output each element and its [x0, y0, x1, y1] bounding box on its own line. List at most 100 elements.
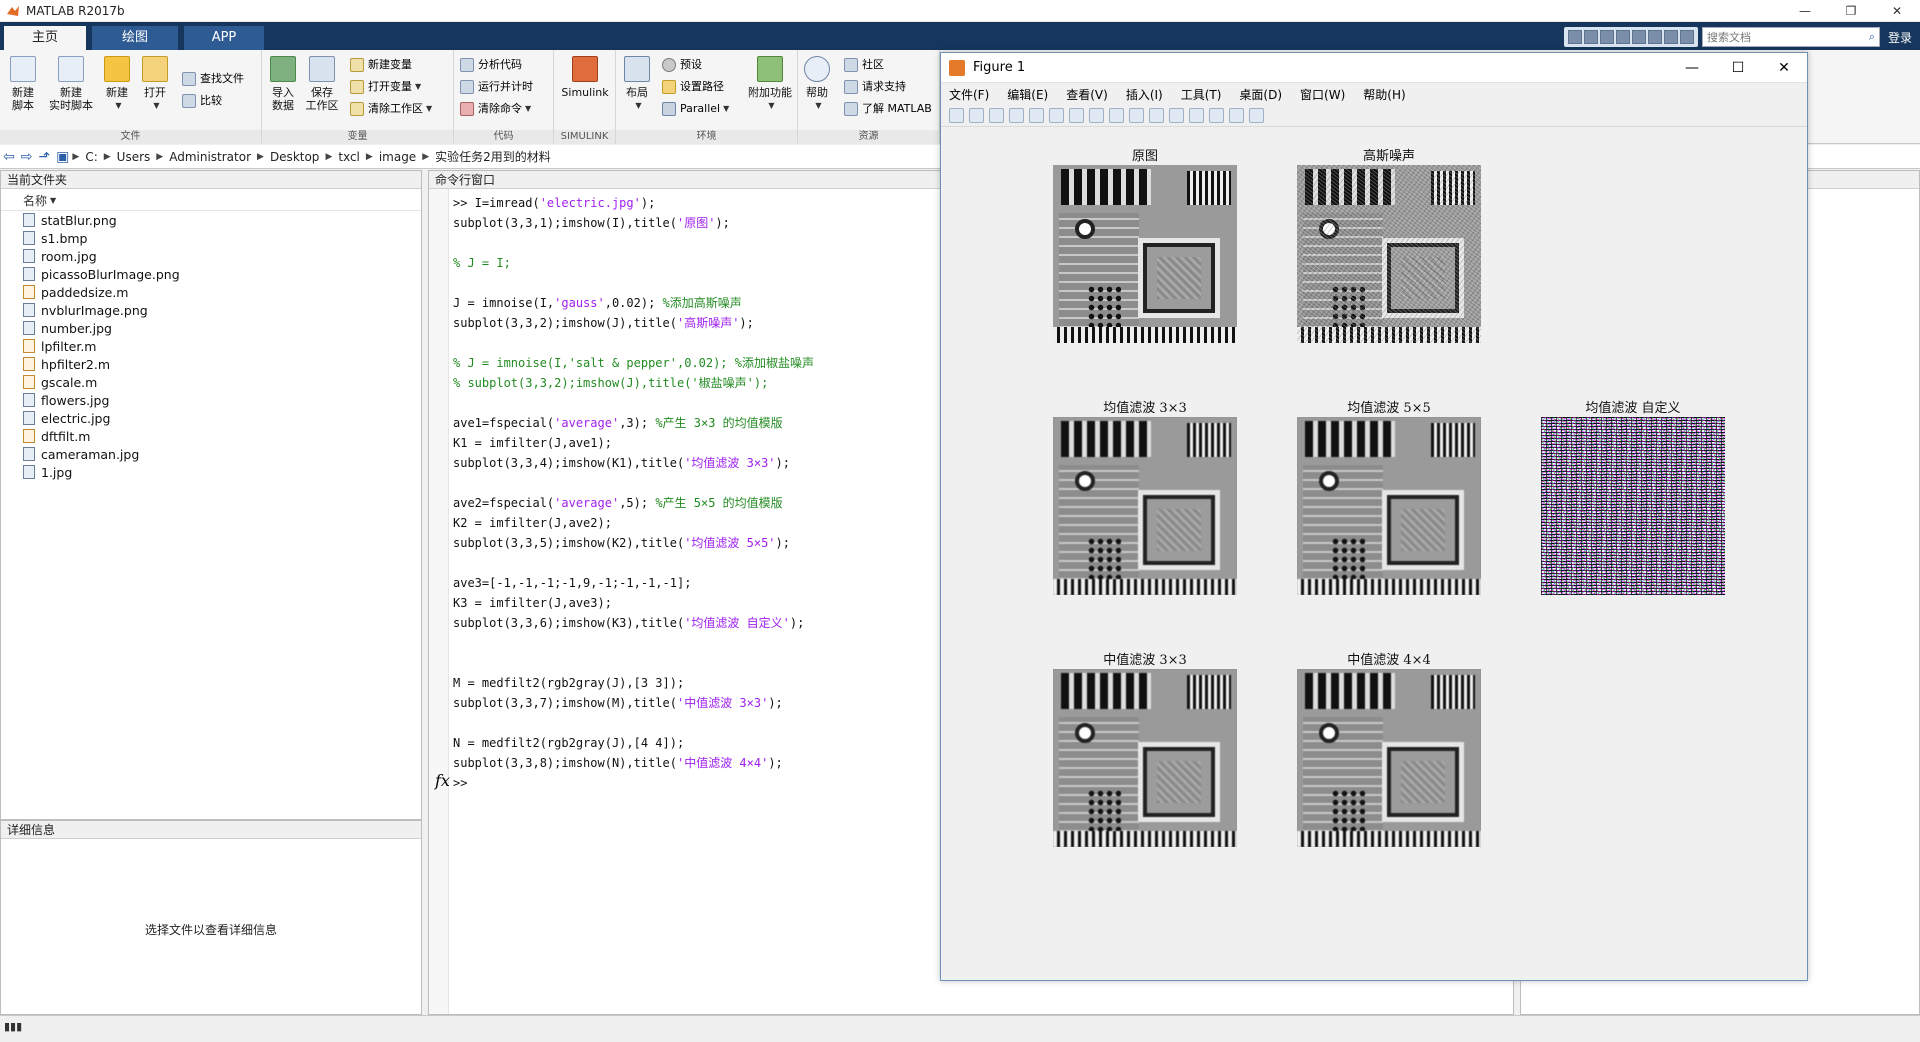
copy-icon[interactable] — [1599, 30, 1614, 44]
file-row[interactable]: picassoBlurImage.png — [1, 265, 421, 283]
clear-workspace-button[interactable]: 清除工作区 ▼ — [350, 100, 432, 118]
tab-home[interactable]: 主页 — [4, 26, 86, 50]
figure-menu-item[interactable]: 工具(T) — [1181, 86, 1222, 103]
legend-icon[interactable] — [1209, 108, 1224, 123]
tab-plots[interactable]: 绘图 — [92, 26, 178, 50]
link-plot-icon[interactable] — [1169, 108, 1184, 123]
community-button[interactable]: 社区 — [844, 56, 884, 74]
subplot[interactable]: 中值滤波 4×4 — [1297, 649, 1481, 847]
show-plot-tools-icon[interactable] — [1249, 108, 1264, 123]
figure-maximize-button[interactable]: ☐ — [1715, 53, 1761, 83]
search-icon[interactable]: ⌕ — [1869, 30, 1875, 44]
file-row[interactable]: cameraman.jpg — [1, 445, 421, 463]
save-icon[interactable] — [1567, 30, 1582, 44]
new-script-button[interactable]: 新建 脚本 — [6, 56, 40, 112]
run-and-time-button[interactable]: 运行并计时 — [460, 78, 533, 96]
file-row[interactable]: room.jpg — [1, 247, 421, 265]
open-variable-button[interactable]: 打开变量 ▼ — [350, 78, 421, 96]
colorbar-icon[interactable] — [1189, 108, 1204, 123]
subplot[interactable]: 均值滤波 自定义 — [1541, 397, 1725, 595]
file-row[interactable]: lpfilter.m — [1, 337, 421, 355]
analyze-code-button[interactable]: 分析代码 — [460, 56, 522, 74]
restore-button[interactable]: ❐ — [1828, 0, 1874, 22]
column-header-name[interactable]: 名称 ▼ — [1, 191, 421, 211]
preferences-button[interactable]: 预设 — [662, 56, 702, 74]
addons-button[interactable]: 附加功能 ▼ — [746, 56, 794, 112]
figure-menu-item[interactable]: 查看(V) — [1066, 86, 1108, 103]
file-row[interactable]: paddedsize.m — [1, 283, 421, 301]
login-link[interactable]: 登录 — [1888, 29, 1912, 46]
request-support-button[interactable]: 请求支持 — [844, 78, 906, 96]
figure-minimize-button[interactable]: — — [1669, 53, 1715, 83]
file-row[interactable]: 1.jpg — [1, 463, 421, 481]
file-row[interactable]: gscale.m — [1, 373, 421, 391]
switch-windows-icon[interactable] — [1663, 30, 1678, 44]
hide-plot-tools-icon[interactable] — [1229, 108, 1244, 123]
up-folder-icon[interactable]: ⬏ — [38, 149, 50, 165]
figure-menu-item[interactable]: 编辑(E) — [1007, 86, 1048, 103]
back-arrow-icon[interactable]: ⇦ — [3, 149, 15, 165]
pan-icon[interactable] — [1089, 108, 1104, 123]
figure-menu-item[interactable]: 帮助(H) — [1363, 86, 1405, 103]
search-documentation-input[interactable]: 搜索文档 ⌕ — [1701, 27, 1880, 47]
figure-menu-item[interactable]: 文件(F) — [949, 86, 989, 103]
help-icon[interactable] — [1679, 30, 1694, 44]
file-row[interactable]: electric.jpg — [1, 409, 421, 427]
path-segment[interactable]: 实验任务2用到的材料 — [435, 148, 551, 165]
set-path-button[interactable]: 设置路径 — [662, 78, 724, 96]
layout-button[interactable]: 布局 ▼ — [620, 56, 654, 112]
compare-button[interactable]: 比较 — [182, 92, 222, 110]
zoom-out-icon[interactable] — [1069, 108, 1084, 123]
fx-icon[interactable]: fx — [435, 771, 450, 790]
path-segment[interactable]: Desktop — [270, 150, 320, 164]
close-button[interactable]: ✕ — [1874, 0, 1920, 22]
help-button[interactable]: 帮助 ▼ — [802, 56, 832, 112]
file-row[interactable]: dftfilt.m — [1, 427, 421, 445]
subplot[interactable]: 均值滤波 3×3 — [1053, 397, 1237, 595]
redo-icon[interactable] — [1647, 30, 1662, 44]
parallel-button[interactable]: Parallel ▼ — [662, 100, 729, 118]
file-row[interactable]: flowers.jpg — [1, 391, 421, 409]
figure-close-button[interactable]: ✕ — [1761, 53, 1807, 83]
figure-menu-item[interactable]: 桌面(D) — [1239, 86, 1282, 103]
pointer-icon[interactable] — [1029, 108, 1044, 123]
open-button[interactable]: 打开 ▼ — [140, 56, 170, 112]
minimize-button[interactable]: — — [1782, 0, 1828, 22]
cut-icon[interactable] — [1583, 30, 1598, 44]
data-cursor-icon[interactable] — [1129, 108, 1144, 123]
find-files-button[interactable]: 查找文件 — [182, 70, 244, 88]
forward-arrow-icon[interactable]: ⇨ — [21, 149, 33, 165]
save-figure-icon[interactable] — [989, 108, 1004, 123]
open-file-icon[interactable] — [969, 108, 984, 123]
path-segment[interactable]: txcl — [338, 150, 360, 164]
new-live-script-button[interactable]: 新建 实时脚本 — [46, 56, 96, 112]
figure-menu-item[interactable]: 窗口(W) — [1300, 86, 1345, 103]
subplot[interactable]: 高斯噪声 — [1297, 145, 1481, 343]
path-segment[interactable]: Users — [117, 150, 151, 164]
figure-menu-item[interactable]: 插入(I) — [1126, 86, 1163, 103]
learn-matlab-button[interactable]: 了解 MATLAB — [844, 100, 932, 118]
path-segment[interactable]: C: — [85, 150, 97, 164]
new-button[interactable]: 新建 ▼ — [102, 56, 132, 112]
file-row[interactable]: s1.bmp — [1, 229, 421, 247]
file-row[interactable]: nvblurImage.png — [1, 301, 421, 319]
file-row[interactable]: number.jpg — [1, 319, 421, 337]
simulink-button[interactable]: Simulink — [560, 56, 610, 99]
tab-apps[interactable]: APP — [184, 26, 264, 50]
file-row[interactable]: hpfilter2.m — [1, 355, 421, 373]
path-segment[interactable]: image — [379, 150, 416, 164]
undo-icon[interactable] — [1631, 30, 1646, 44]
new-figure-icon[interactable] — [949, 108, 964, 123]
zoom-in-icon[interactable] — [1049, 108, 1064, 123]
paste-icon[interactable] — [1615, 30, 1630, 44]
brush-icon[interactable] — [1149, 108, 1164, 123]
import-data-button[interactable]: 导入 数据 — [266, 56, 300, 112]
path-segment[interactable]: Administrator — [169, 150, 251, 164]
rotate-icon[interactable] — [1109, 108, 1124, 123]
subplot[interactable]: 均值滤波 5×5 — [1297, 397, 1481, 595]
print-icon[interactable] — [1009, 108, 1024, 123]
save-workspace-button[interactable]: 保存 工作区 — [302, 56, 342, 112]
file-row[interactable]: statBlur.png — [1, 211, 421, 229]
subplot[interactable]: 原图 — [1053, 145, 1237, 343]
clear-commands-button[interactable]: 清除命令 ▼ — [460, 100, 531, 118]
